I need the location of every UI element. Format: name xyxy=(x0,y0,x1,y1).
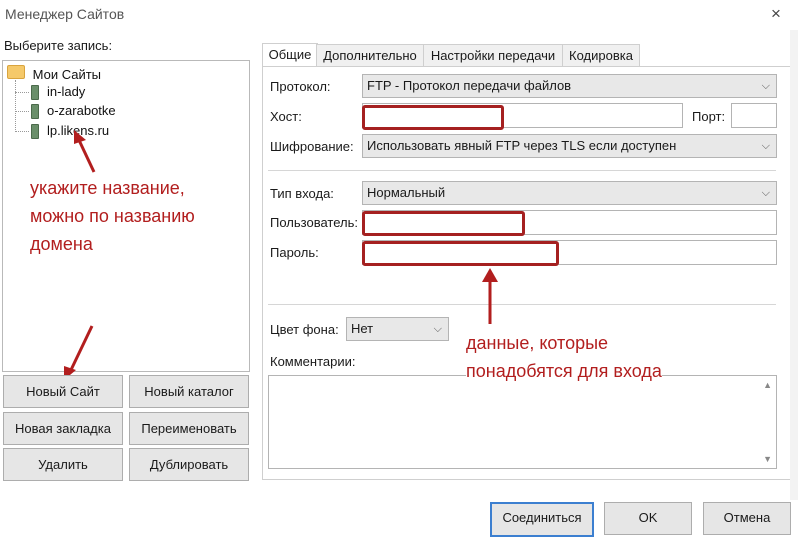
chevron-down-icon: ⌵ xyxy=(761,140,770,152)
scroll-down-icon[interactable]: ▼ xyxy=(763,454,772,464)
logon-type-select[interactable]: Нормальный ⌵ xyxy=(362,181,777,205)
tree-item[interactable]: in-lady xyxy=(31,84,86,100)
user-label: Пользователь: xyxy=(270,215,358,230)
chevron-down-icon: ⌵ xyxy=(433,323,442,335)
logon-type-value: Нормальный xyxy=(367,185,446,200)
tree-item-label: o-zarabotke xyxy=(47,103,116,118)
password-highlight xyxy=(362,241,559,266)
host-label: Хост: xyxy=(270,109,302,124)
password-label: Пароль: xyxy=(270,245,319,260)
protocol-value: FTP - Протокол передачи файлов xyxy=(367,78,572,93)
login-hint-annotation: данные, которые понадобятся для входа xyxy=(466,329,662,385)
ok-button[interactable]: OK xyxy=(604,502,692,535)
port-input[interactable] xyxy=(731,103,777,128)
tree-connector xyxy=(15,131,29,132)
chevron-down-icon: ⌵ xyxy=(761,80,770,92)
tree-item[interactable]: o-zarabotke xyxy=(31,103,116,119)
protocol-select[interactable]: FTP - Протокол передачи файлов ⌵ xyxy=(362,74,777,98)
tree-root-label: Мои Сайты xyxy=(32,67,102,82)
cancel-button[interactable]: Отмена xyxy=(703,502,791,535)
tree-connector xyxy=(15,80,16,132)
delete-button[interactable]: Удалить xyxy=(3,448,123,481)
window-title: Менеджер Сайтов xyxy=(5,6,125,22)
tab-advanced[interactable]: Дополнительно xyxy=(316,44,424,66)
tree-connector xyxy=(15,111,29,112)
rename-button[interactable]: Переименовать xyxy=(129,412,249,445)
port-label: Порт: xyxy=(692,109,726,124)
encryption-label: Шифрование: xyxy=(270,139,354,154)
protocol-label: Протокол: xyxy=(270,79,331,94)
user-highlight xyxy=(362,211,525,236)
tab-transfer-settings[interactable]: Настройки передачи xyxy=(423,44,563,66)
tree-root[interactable]: Мои Сайты xyxy=(7,65,101,82)
encryption-value: Использовать явный FTP через TLS если до… xyxy=(367,138,677,153)
annotation-arrow xyxy=(482,268,498,324)
bgcolor-label: Цвет фона: xyxy=(270,322,339,337)
bgcolor-value: Нет xyxy=(351,321,374,336)
comments-textarea[interactable]: ▲ ▼ xyxy=(268,375,777,469)
encryption-select[interactable]: Использовать явный FTP через TLS если до… xyxy=(362,134,777,158)
new-bookmark-button[interactable]: Новая закладка xyxy=(3,412,123,445)
bgcolor-select[interactable]: Нет ⌵ xyxy=(346,317,449,341)
new-site-button[interactable]: Новый Сайт xyxy=(3,375,123,408)
logon-type-label: Тип входа: xyxy=(270,186,334,201)
server-icon xyxy=(31,124,39,139)
duplicate-button[interactable]: Дублировать xyxy=(129,448,249,481)
close-icon[interactable]: × xyxy=(771,4,781,24)
folder-icon xyxy=(7,65,25,79)
server-icon xyxy=(31,85,39,100)
name-hint-annotation: укажите название, можно по названию доме… xyxy=(30,178,195,254)
select-entry-label: Выберите запись: xyxy=(4,38,113,53)
divider xyxy=(268,304,776,305)
new-folder-button[interactable]: Новый каталог xyxy=(129,375,249,408)
server-icon xyxy=(31,104,39,119)
annotation-arrow xyxy=(74,130,96,173)
tree-item-label: in-lady xyxy=(47,84,86,99)
host-highlight xyxy=(362,105,504,130)
tab-general[interactable]: Общие xyxy=(262,43,318,67)
comments-label: Комментарии: xyxy=(270,354,356,369)
tree-connector xyxy=(15,92,29,93)
scroll-up-icon[interactable]: ▲ xyxy=(763,380,772,390)
tab-charset[interactable]: Кодировка xyxy=(562,44,640,66)
chevron-down-icon: ⌵ xyxy=(761,187,770,199)
divider xyxy=(268,170,776,171)
connect-button[interactable]: Соединиться xyxy=(490,502,594,537)
window-scrollbar[interactable] xyxy=(790,30,798,500)
